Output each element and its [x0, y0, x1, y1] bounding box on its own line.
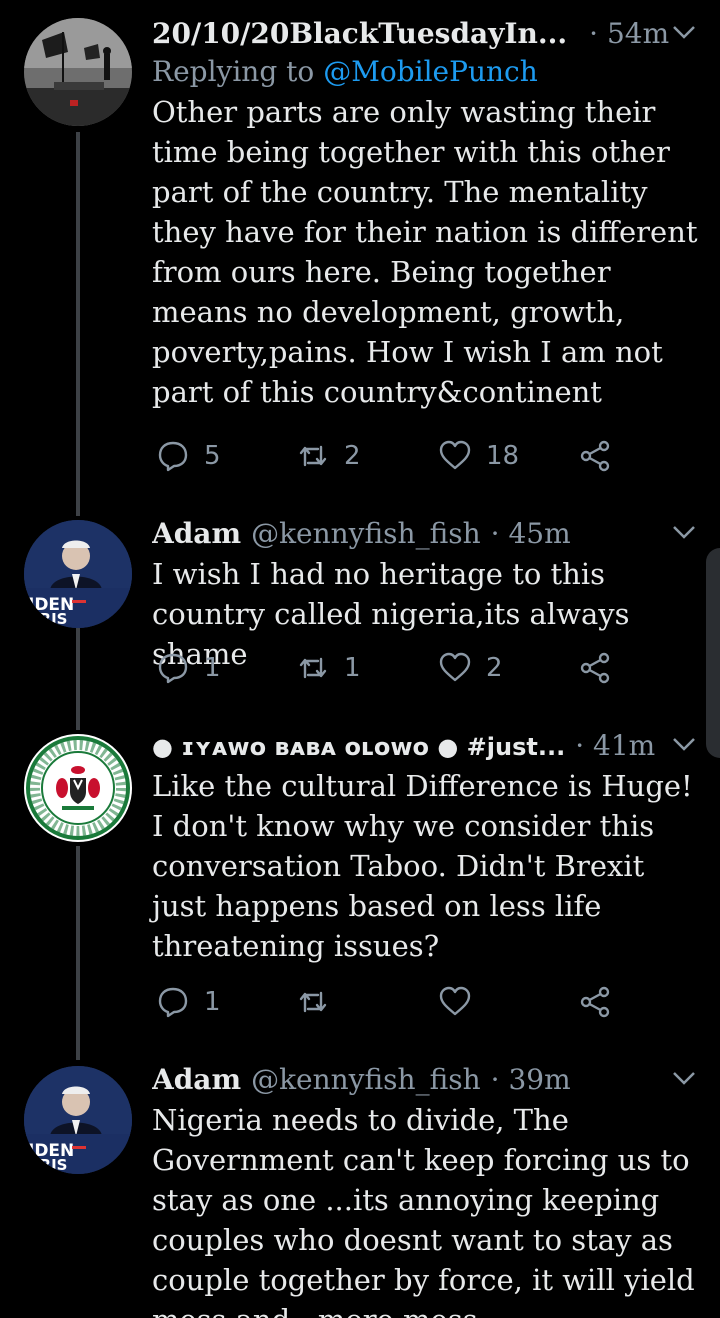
like-button[interactable]	[438, 982, 486, 1022]
replying-to-label: Replying to	[152, 55, 315, 88]
share-button[interactable]	[578, 982, 612, 1022]
tweet-header: Adam @kennyfish_fish · 45m	[152, 516, 698, 552]
like-button[interactable]: 18	[438, 436, 519, 476]
avatar-text: RRIS	[28, 1156, 68, 1174]
tweet-actions: 1	[152, 982, 632, 1022]
retweet-icon	[299, 991, 327, 1013]
tweet[interactable]: ● ɪʏᴀᴡᴏ ʙᴀʙᴀ ᴏʟᴏᴡᴏ ● #just... · 41m Like…	[0, 712, 720, 1052]
campaign-photo-avatar-icon: IDEN RRIS	[24, 520, 132, 628]
heart-icon	[439, 440, 471, 470]
avatar[interactable]: IDEN RRIS	[24, 1066, 132, 1174]
like-button[interactable]: 2	[438, 648, 503, 688]
nigeria-seal-avatar-icon	[24, 734, 132, 842]
reply-count: 1	[204, 987, 221, 1017]
display-name[interactable]: Adam	[152, 516, 241, 552]
retweet-count: 1	[344, 653, 361, 683]
replying-to: Replying to @MobilePunch	[152, 54, 698, 90]
heart-icon	[439, 986, 471, 1016]
reply-icon	[158, 441, 188, 472]
reply-button[interactable]: 1	[156, 982, 221, 1022]
display-name[interactable]: ● ɪʏᴀᴡᴏ ʙᴀʙᴀ ᴏʟᴏᴡᴏ ● #just...	[152, 729, 565, 764]
timestamp[interactable]: · 45m	[491, 516, 571, 552]
scrollbar[interactable]	[706, 548, 720, 758]
avatar[interactable]	[24, 734, 132, 842]
username[interactable]: @kennyfish_fish	[251, 1062, 481, 1098]
tweet-header: ● ɪʏᴀᴡᴏ ʙᴀʙᴀ ᴏʟᴏᴡᴏ ● #just... · 41m	[152, 728, 698, 764]
tweet-text: Like the cultural Difference is Huge! I …	[152, 769, 702, 963]
protest-photo-avatar-icon	[24, 18, 132, 126]
retweet-icon	[299, 657, 327, 679]
tweet-text: Other parts are only wasting their time …	[152, 95, 707, 409]
reply-icon	[158, 987, 188, 1018]
timestamp[interactable]: · 39m	[491, 1062, 571, 1098]
share-button[interactable]	[578, 648, 612, 688]
chevron-down-icon[interactable]	[670, 520, 698, 544]
timestamp[interactable]: · 54m	[589, 16, 669, 52]
tweet[interactable]: 20/10/20BlackTuesdayIn... · 54m Replying…	[0, 0, 720, 500]
share-icon	[580, 440, 610, 472]
share-button[interactable]	[578, 436, 612, 476]
reply-count: 5	[204, 441, 221, 471]
tweet-text: Nigeria needs to divide, The Government …	[152, 1103, 695, 1318]
avatar[interactable]: IDEN RRIS	[24, 520, 132, 628]
share-icon	[580, 652, 610, 684]
like-count: 18	[486, 441, 520, 471]
timeline: 20/10/20BlackTuesdayIn... · 54m Replying…	[0, 0, 720, 1318]
tweet-header: 20/10/20BlackTuesdayIn... · 54m	[152, 16, 698, 52]
display-name[interactable]: 20/10/20BlackTuesdayIn...	[152, 16, 567, 52]
tweet[interactable]: IDEN RRIS Adam @kennyfish_fish · 45m I w…	[0, 500, 720, 710]
tweet-header: Adam @kennyfish_fish · 39m	[152, 1062, 698, 1098]
retweet-button[interactable]: 1	[296, 648, 361, 688]
avatar-text: RRIS	[28, 610, 68, 628]
retweet-button[interactable]: 2	[296, 436, 361, 476]
reply-count: 1	[204, 653, 221, 683]
chevron-down-icon[interactable]	[670, 1066, 698, 1090]
timestamp[interactable]: · 41m	[575, 728, 655, 764]
username[interactable]: @kennyfish_fish	[251, 516, 481, 552]
retweet-icon	[299, 445, 327, 467]
mention-link[interactable]: @MobilePunch	[323, 55, 538, 88]
like-count: 2	[486, 653, 503, 683]
heart-icon	[439, 652, 471, 682]
retweet-count: 2	[344, 441, 361, 471]
reply-button[interactable]: 5	[156, 436, 221, 476]
reply-button[interactable]: 1	[156, 648, 221, 688]
tweet-actions: 5 2 18	[152, 436, 632, 476]
retweet-button[interactable]	[296, 982, 344, 1022]
chevron-down-icon[interactable]	[670, 20, 698, 44]
chevron-down-icon[interactable]	[670, 732, 698, 756]
share-icon	[580, 986, 610, 1018]
campaign-photo-avatar-icon: IDEN RRIS	[24, 1066, 132, 1174]
avatar[interactable]	[24, 18, 132, 126]
tweet[interactable]: IDEN RRIS Adam @kennyfish_fish · 39m Nig…	[0, 1046, 720, 1318]
reply-icon	[158, 653, 188, 684]
display-name[interactable]: Adam	[152, 1062, 241, 1098]
tweet-actions: 1 1 2	[152, 648, 632, 688]
